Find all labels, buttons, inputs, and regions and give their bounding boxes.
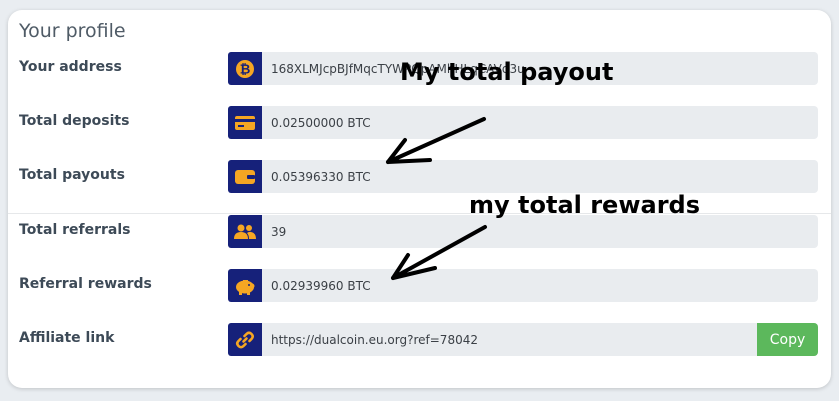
arrow-to-payouts [386, 117, 486, 164]
arrow-to-rewards [391, 225, 487, 280]
annotation-arrows [386, 117, 487, 280]
